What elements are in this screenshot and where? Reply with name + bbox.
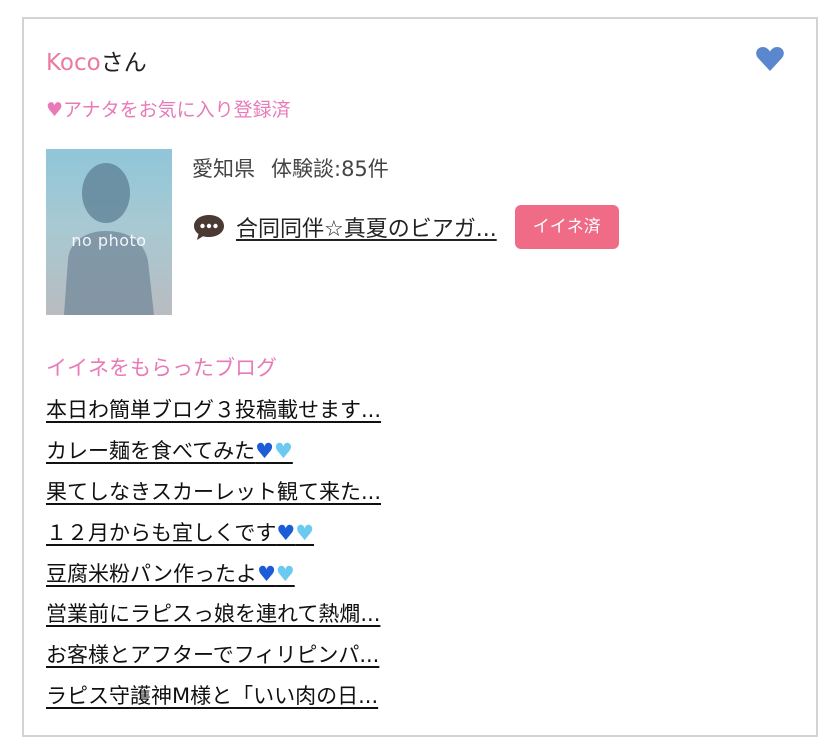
speech-bubble-icon	[194, 215, 224, 240]
blog-link[interactable]: ラピス守護神M様と「いい肉の日...	[46, 684, 378, 708]
list-item: お客様とアフターでフィリピンパ...	[46, 638, 381, 679]
blue-heart-icon: ♥	[255, 438, 274, 463]
blog-link[interactable]: 営業前にラピスっ娘を連れて熱燗...	[46, 602, 380, 626]
favorite-status: ♥アナタをお気に入り登録済	[46, 99, 291, 121]
blog-title: 豆腐米粉パン作ったよ	[46, 561, 258, 586]
blog-title: カレー麺を食べてみた	[46, 438, 256, 463]
story-link[interactable]: 合同同伴☆真夏のビアガ...	[236, 211, 497, 243]
light-blue-heart-icon: ♥	[295, 520, 315, 545]
blog-link[interactable]: 本日わ簡単ブログ３投稿載せます...	[46, 398, 381, 422]
blog-title: お客様とアフターでフィリピンパ...	[46, 643, 380, 668]
heart-icon[interactable]	[754, 43, 786, 75]
list-item: 果てしなきスカーレット観て来た...	[46, 475, 381, 516]
liked-blogs-heading: イイネをもらったブログ	[46, 356, 277, 380]
light-blue-heart-icon: ♥	[275, 561, 295, 586]
blog-link[interactable]: お客様とアフターでフィリピンパ...	[46, 643, 379, 667]
blog-title: 果てしなきスカーレット観て来た...	[46, 479, 382, 504]
light-blue-heart-icon: ♥	[274, 438, 293, 463]
avatar[interactable]: no photo	[46, 149, 172, 315]
username[interactable]: Koco	[46, 50, 101, 76]
blog-title: ラピス守護神M様と「いい肉の日...	[46, 684, 379, 709]
list-item: 豆腐米粉パン作ったよ♥♥	[46, 557, 381, 598]
review-count: 体験談:85件	[271, 157, 389, 181]
blog-list: 本日わ簡単ブログ３投稿載せます... カレー麺を食べてみた♥♥ 果てしなきスカー…	[46, 393, 381, 720]
blog-title: 本日わ簡単ブログ３投稿載せます...	[46, 398, 382, 422]
blog-title: １２月からも宜しくです	[46, 520, 277, 545]
user-card: Kocoさん ♥アナタをお気に入り登録済 no photo 愛知県 体験談:85件…	[22, 17, 818, 737]
list-item: カレー麺を食べてみた♥♥	[46, 434, 381, 475]
list-item: ラピス守護神M様と「いい肉の日...	[46, 679, 381, 720]
blue-heart-icon: ♥	[257, 561, 276, 586]
list-item: 本日わ簡単ブログ３投稿載せます...	[46, 393, 381, 434]
blog-link[interactable]: 豆腐米粉パン作ったよ♥♥	[46, 562, 295, 586]
blog-title: 営業前にラピスっ娘を連れて熱燗...	[46, 602, 381, 627]
story-row: 合同同伴☆真夏のビアガ... イイネ済	[192, 205, 619, 249]
blue-heart-icon: ♥	[276, 520, 296, 545]
list-item: 営業前にラピスっ娘を連れて熱燗...	[46, 597, 381, 638]
avatar-label: no photo	[71, 231, 147, 250]
blog-link[interactable]: カレー麺を食べてみた♥♥	[46, 439, 293, 463]
user-meta: 愛知県 体験談:85件	[192, 153, 389, 183]
blog-link[interactable]: １２月からも宜しくです♥♥	[46, 521, 314, 545]
username-honorific: さん	[100, 50, 147, 76]
blog-link[interactable]: 果てしなきスカーレット観て来た...	[46, 480, 381, 504]
username-row: Kocoさん	[46, 43, 147, 77]
like-badge[interactable]: イイネ済	[514, 205, 619, 249]
list-item: １２月からも宜しくです♥♥	[46, 516, 381, 557]
prefecture: 愛知県	[192, 157, 255, 181]
